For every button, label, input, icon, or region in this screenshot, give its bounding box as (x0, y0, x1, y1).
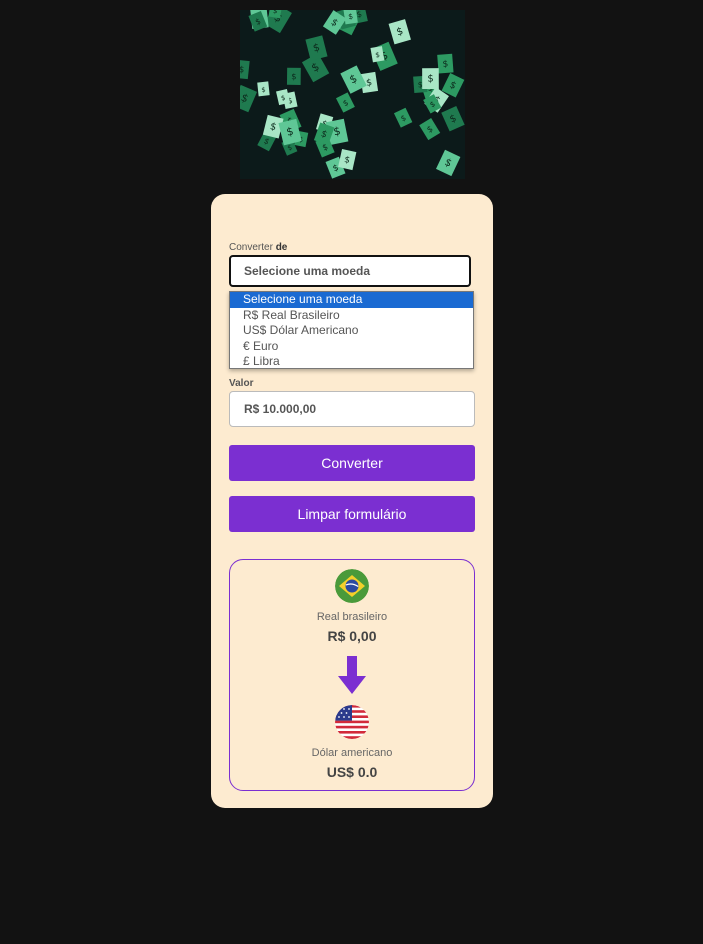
svg-text:$: $ (427, 74, 433, 85)
from-currency-name: Real brasileiro (316, 611, 388, 623)
clear-form-button[interactable]: Limpar formulário (229, 496, 475, 532)
convert-button[interactable]: Converter (229, 445, 475, 481)
to-currency-name: Dólar americano (311, 747, 393, 759)
dropdown-option-usd[interactable]: US$ Dólar Americano (230, 323, 473, 339)
brazil-flag-icon (335, 569, 369, 603)
dropdown-option-eur[interactable]: € Euro (230, 339, 473, 355)
hero-image: $$$$$$$$$$$$$$$$$$$$$$$$$$$$$$$$$$$$$$$$… (240, 10, 465, 179)
value-input[interactable]: R$ 10.000,00 (229, 391, 475, 427)
svg-text:$: $ (261, 86, 266, 94)
dropdown-option-brl[interactable]: R$ Real Brasileiro (230, 308, 473, 324)
to-currency-amount: US$ 0.0 (326, 764, 378, 780)
from-label: Converter de (229, 242, 288, 253)
dropdown-option-placeholder[interactable]: Selecione uma moeda (230, 292, 473, 308)
falling-money-image: $$$$$$$$$$$$$$$$$$$$$$$$$$$$$$$$$$$$$$$$… (240, 10, 465, 179)
currency-select[interactable]: Selecione uma moeda (229, 255, 471, 287)
value-label: Valor (229, 378, 254, 389)
svg-text:$: $ (291, 71, 296, 81)
arrow-down-icon (338, 656, 366, 694)
from-currency-amount: R$ 0,00 (327, 628, 377, 644)
svg-text:$: $ (442, 59, 448, 69)
usa-flag-icon (335, 705, 369, 739)
dropdown-option-gbp[interactable]: £ Libra (230, 354, 473, 370)
conversion-result: Real brasileiro R$ 0,00 Dólar americano … (229, 559, 475, 791)
currency-dropdown: Selecione uma moeda R$ Real Brasileiro U… (229, 291, 474, 369)
converter-card: Converter de Selecione uma moeda Selecio… (211, 194, 493, 808)
